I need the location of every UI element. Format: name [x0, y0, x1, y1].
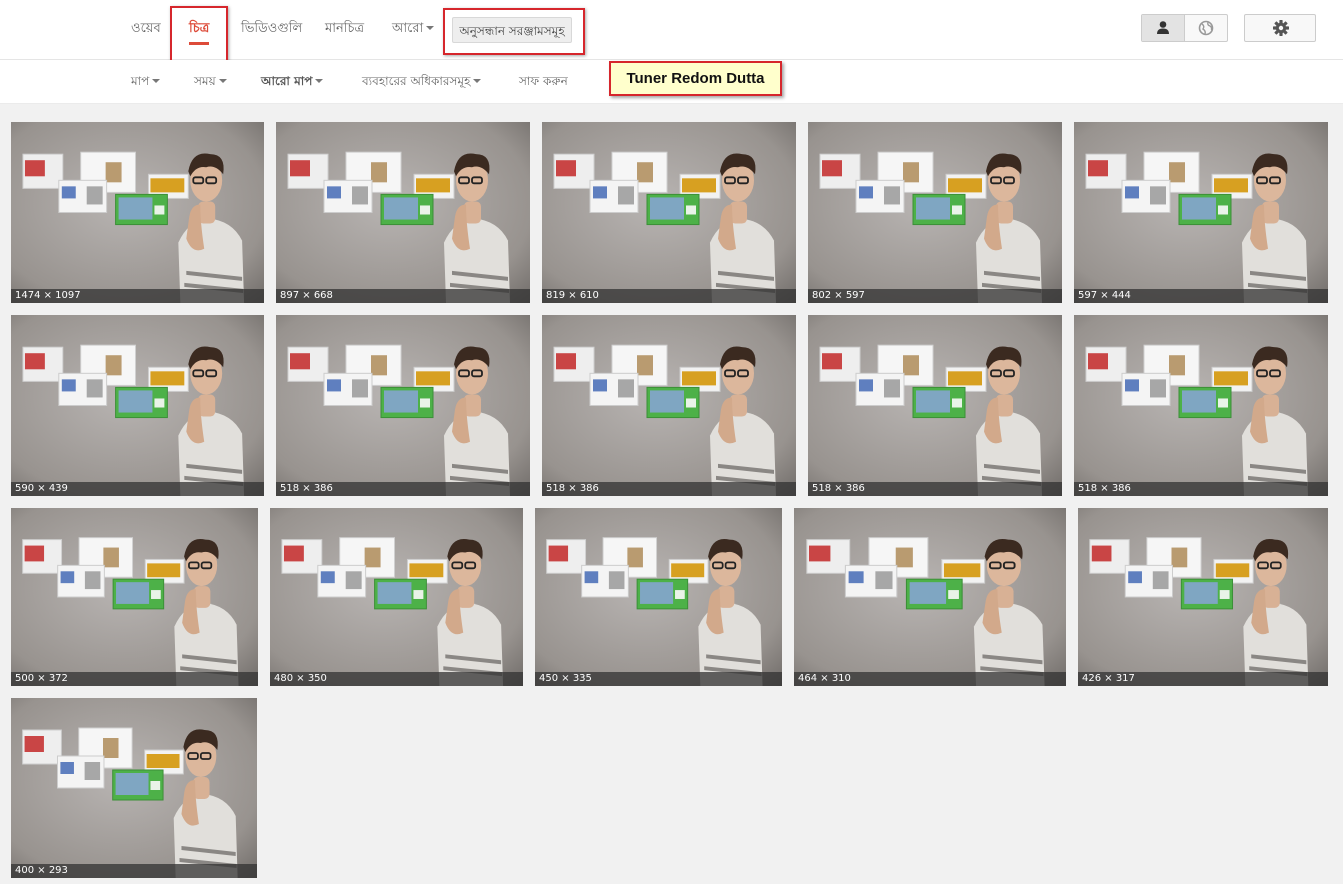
- result-image: [1074, 122, 1328, 303]
- result-image: [542, 315, 796, 496]
- result-image: [1074, 315, 1328, 496]
- image-dimensions-label: 464 × 310: [794, 672, 1066, 686]
- image-dimensions-label: 480 × 350: [270, 672, 523, 686]
- filter-more-sizes-label: আরো মাপ: [261, 74, 313, 88]
- tab-web-label: ওয়েব: [131, 21, 161, 36]
- tab-maps[interactable]: মানচিত্র: [325, 0, 364, 59]
- image-result-thumbnail[interactable]: 518 × 386: [1074, 315, 1328, 496]
- search-tools-button[interactable]: অনুসন্ধান সরঞ্জামসমূহ: [452, 17, 572, 43]
- filter-size[interactable]: মাপ: [131, 60, 161, 103]
- image-dimensions-label: 426 × 317: [1078, 672, 1328, 686]
- filter-usage-rights[interactable]: ব্যবহারের অধিকারসমূহ: [362, 60, 482, 103]
- image-result-thumbnail[interactable]: 500 × 372: [11, 508, 258, 686]
- result-image: [11, 122, 264, 303]
- image-result-thumbnail[interactable]: 819 × 610: [542, 122, 796, 303]
- image-result-thumbnail[interactable]: 426 × 317: [1078, 508, 1328, 686]
- image-result-thumbnail[interactable]: 897 × 668: [276, 122, 530, 303]
- tab-videos[interactable]: ভিডিওগুলি: [241, 0, 302, 59]
- image-dimensions-label: 597 × 444: [1074, 289, 1328, 303]
- image-result-thumbnail[interactable]: 802 × 597: [808, 122, 1062, 303]
- result-image: [542, 122, 796, 303]
- tab-more-label: আরো: [392, 21, 424, 36]
- clear-filters-link[interactable]: সাফ করুন: [519, 60, 568, 103]
- tab-more[interactable]: আরো: [392, 0, 435, 59]
- image-dimensions-label: 518 × 386: [1074, 482, 1328, 496]
- image-dimensions-label: 518 × 386: [276, 482, 530, 496]
- result-image: [11, 698, 257, 878]
- image-result-thumbnail[interactable]: 480 × 350: [270, 508, 523, 686]
- image-dimensions-label: 518 × 386: [542, 482, 796, 496]
- image-dimensions-label: 500 × 372: [11, 672, 258, 686]
- image-result-thumbnail[interactable]: 518 × 386: [542, 315, 796, 496]
- image-result-thumbnail[interactable]: 597 × 444: [1074, 122, 1328, 303]
- filter-usage-rights-label: ব্যবহারের অধিকারসমূহ: [362, 74, 471, 88]
- chevron-down-icon: [473, 78, 482, 83]
- gear-icon: [1273, 20, 1289, 36]
- top-nav-bar: ওয়েব চিত্র ভিডিওগুলি মানচিত্র আরো অনুসন…: [0, 0, 1343, 60]
- result-image: [808, 122, 1062, 303]
- image-dimensions-label: 819 × 610: [542, 289, 796, 303]
- account-toggle-button[interactable]: [1142, 15, 1185, 41]
- image-result-thumbnail[interactable]: 400 × 293: [11, 698, 257, 878]
- result-image: [808, 315, 1062, 496]
- chevron-down-icon: [218, 78, 227, 83]
- image-result-thumbnail[interactable]: 1474 × 1097: [11, 122, 264, 303]
- filter-size-label: মাপ: [131, 74, 150, 88]
- clear-filters-label: সাফ করুন: [519, 74, 568, 88]
- tab-maps-label: মানচিত্র: [325, 21, 365, 36]
- active-tab-underline: [189, 42, 210, 45]
- person-icon: [1157, 21, 1169, 34]
- result-image: [535, 508, 782, 686]
- globe-toggle-button[interactable]: [1185, 15, 1228, 41]
- globe-icon: [1198, 20, 1214, 36]
- tab-videos-label: ভিডিওগুলি: [241, 21, 303, 36]
- annotation-note: Tuner Redom Dutta: [609, 61, 782, 96]
- settings-button[interactable]: [1244, 14, 1316, 42]
- filter-more-sizes[interactable]: আরো মাপ: [261, 60, 324, 103]
- image-result-thumbnail[interactable]: 464 × 310: [794, 508, 1066, 686]
- image-dimensions-label: 518 × 386: [808, 482, 1062, 496]
- result-image: [11, 508, 258, 686]
- image-result-thumbnail[interactable]: 518 × 386: [276, 315, 530, 496]
- tab-images[interactable]: চিত্র: [189, 0, 210, 59]
- image-dimensions-label: 802 × 597: [808, 289, 1062, 303]
- result-image: [794, 508, 1066, 686]
- tab-web[interactable]: ওয়েব: [131, 0, 161, 59]
- chevron-down-icon: [315, 78, 324, 83]
- result-image: [276, 122, 530, 303]
- image-dimensions-label: 897 × 668: [276, 289, 530, 303]
- tab-images-label: চিত্র: [189, 21, 210, 36]
- result-image: [1078, 508, 1328, 686]
- image-dimensions-label: 450 × 335: [535, 672, 782, 686]
- chevron-down-icon: [152, 78, 161, 83]
- result-image: [276, 315, 530, 496]
- image-dimensions-label: 590 × 439: [11, 482, 264, 496]
- safesearch-toggle: [1141, 14, 1228, 42]
- filter-time[interactable]: সময়: [194, 60, 227, 103]
- filter-time-label: সময়: [194, 74, 216, 88]
- image-result-thumbnail[interactable]: 518 × 386: [808, 315, 1062, 496]
- image-result-thumbnail[interactable]: 590 × 439: [11, 315, 264, 496]
- result-image: [270, 508, 523, 686]
- chevron-down-icon: [426, 25, 435, 30]
- image-dimensions-label: 1474 × 1097: [11, 289, 264, 303]
- result-image: [11, 315, 264, 496]
- image-dimensions-label: 400 × 293: [11, 864, 257, 878]
- image-result-thumbnail[interactable]: 450 × 335: [535, 508, 782, 686]
